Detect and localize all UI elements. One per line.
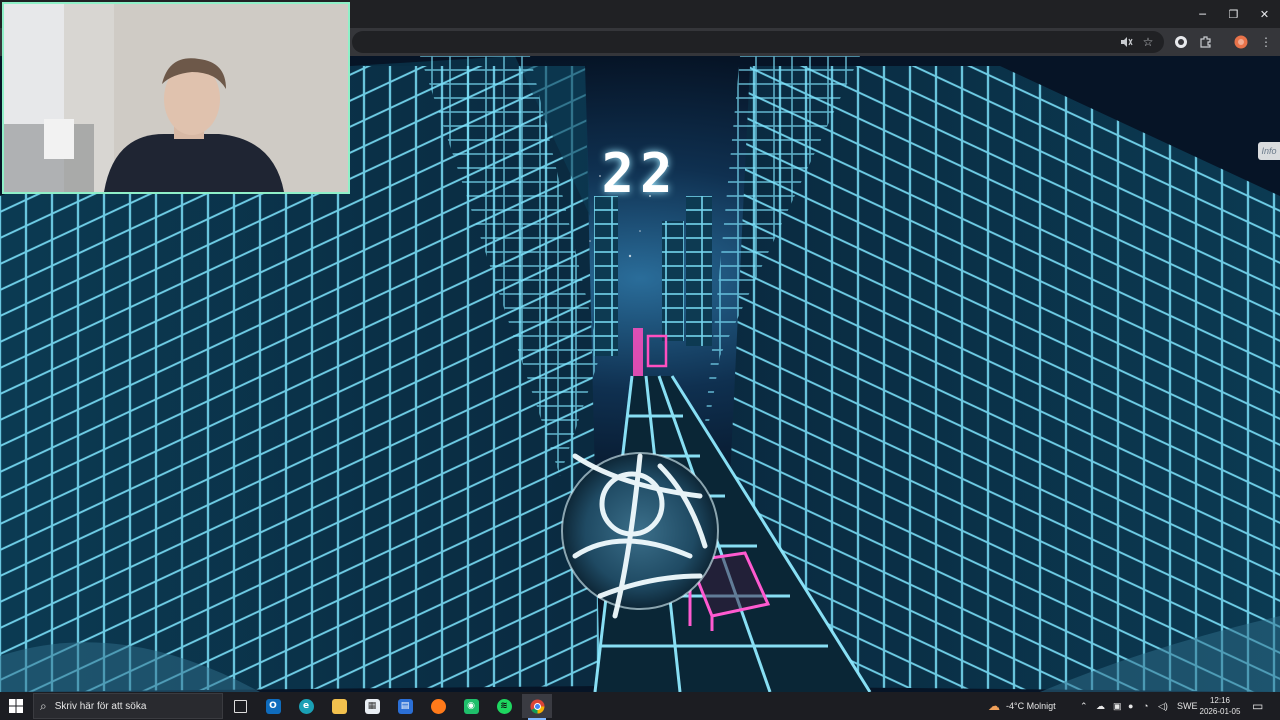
webcam-overlay — [2, 2, 350, 194]
chrome-icon[interactable] — [522, 694, 552, 720]
edge-icon[interactable]: e — [291, 694, 321, 718]
close-button[interactable]: ✕ — [1249, 0, 1280, 28]
extension-icon[interactable] — [1171, 32, 1191, 52]
task-view-icon[interactable] — [225, 694, 255, 718]
notifications-icon[interactable]: ▭ — [1252, 692, 1263, 720]
info-button[interactable]: Info — [1258, 142, 1280, 160]
search-placeholder: Skriv här för att söka — [54, 700, 147, 712]
taskbar-search[interactable]: ⌕ Skriv här för att söka — [33, 693, 223, 719]
outlook-icon[interactable]: O — [258, 694, 288, 718]
window-controls: ─ ❐ ✕ — [1187, 0, 1280, 28]
minimize-button[interactable]: ─ — [1187, 0, 1218, 28]
clock-date: 2026-01-05 — [1199, 707, 1241, 716]
weather-text: -4°C Molnigt — [1006, 701, 1056, 711]
maximize-button[interactable]: ❐ — [1218, 0, 1249, 28]
tray-chevron-icon[interactable]: ⌃ — [1080, 692, 1088, 720]
mute-tab-icon[interactable] — [1116, 32, 1136, 52]
network-icon[interactable]: ◔ — [1143, 692, 1148, 720]
onedrive-icon[interactable]: ☁ — [1096, 692, 1105, 720]
store-icon[interactable]: ▤ — [390, 694, 420, 718]
language-indicator[interactable]: SWE — [1177, 692, 1198, 720]
calendar-app-icon[interactable]: ▦ — [357, 694, 387, 718]
spotify-icon[interactable]: ≋ — [489, 694, 519, 718]
puzzle-icon[interactable] — [1196, 32, 1216, 52]
camera-app-icon[interactable]: ◉ — [456, 694, 486, 718]
start-button[interactable] — [0, 692, 32, 720]
score-counter: 22 — [601, 142, 679, 205]
webcam-feed — [4, 4, 348, 192]
volume-icon[interactable]: ◁) — [1158, 692, 1168, 720]
taskbar: ⌕ Skriv här för att söka O e ▦ ▤ ◉ ≋ ☁ -… — [0, 692, 1280, 720]
menu-icon[interactable]: ⋮ — [1256, 32, 1276, 52]
firefox-icon[interactable] — [423, 694, 453, 718]
file-explorer-icon[interactable] — [324, 694, 354, 718]
chrome-logo-icon — [529, 698, 545, 714]
microphone-icon[interactable]: ● — [1128, 692, 1133, 720]
weather-cloud-icon: ☁ — [988, 699, 1000, 713]
search-icon: ⌕ — [40, 698, 47, 713]
clock-time: 12:16 — [1209, 696, 1231, 705]
tray-app-icon[interactable]: ▣ — [1113, 692, 1122, 720]
profile-avatar-icon[interactable] — [1231, 32, 1251, 52]
address-bar[interactable] — [352, 31, 1164, 53]
weather-widget[interactable]: ☁ -4°C Molnigt — [988, 692, 1056, 720]
bookmark-star-icon[interactable]: ☆ — [1138, 32, 1158, 52]
clock[interactable]: 12:16 2026-01-05 — [1196, 695, 1244, 717]
windows-logo-icon — [9, 699, 23, 713]
